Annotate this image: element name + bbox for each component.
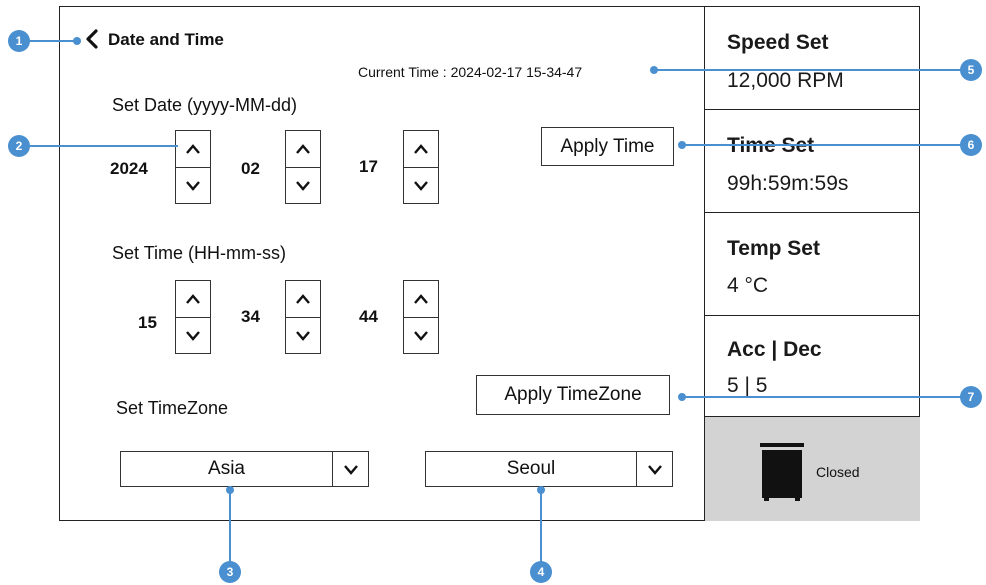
- callout-badge-7: 7: [960, 386, 982, 408]
- page-title: Date and Time: [108, 30, 224, 49]
- apply-timezone-button[interactable]: Apply TimeZone: [476, 375, 670, 415]
- day-up-button[interactable]: [404, 131, 438, 168]
- chevron-down-icon: [186, 331, 200, 341]
- day-stepper: [403, 130, 439, 204]
- hour-down-button[interactable]: [176, 317, 210, 353]
- callout-7-anchor: [678, 393, 686, 401]
- month-value: 02: [241, 159, 260, 178]
- minute-stepper: [285, 280, 321, 354]
- chevron-up-icon: [186, 294, 200, 304]
- chevron-down-icon: [414, 331, 428, 341]
- callout-badge-5: 5: [960, 59, 982, 81]
- chevron-down-icon: [296, 181, 310, 191]
- callout-7-line: [682, 396, 964, 398]
- chevron-left-icon[interactable]: [84, 29, 100, 49]
- chevron-down-icon: [296, 331, 310, 341]
- hour-up-button[interactable]: [176, 281, 210, 318]
- year-down-button[interactable]: [176, 167, 210, 203]
- speed-set-label: Speed Set: [727, 31, 829, 54]
- chevron-down-icon: [186, 181, 200, 191]
- time-set-panel[interactable]: Time Set 99h:59m:59s: [705, 110, 920, 213]
- chevron-down-icon: [414, 181, 428, 191]
- second-down-button[interactable]: [404, 317, 438, 353]
- temp-set-panel[interactable]: Temp Set 4 °C: [705, 213, 920, 316]
- current-time: Current Time : 2024-02-17 15-34-47: [358, 64, 583, 80]
- day-down-button[interactable]: [404, 167, 438, 203]
- temp-set-label: Temp Set: [727, 237, 820, 260]
- callout-6-anchor: [678, 141, 686, 149]
- year-up-button[interactable]: [176, 131, 210, 168]
- callout-1-anchor: [73, 37, 81, 45]
- minute-value: 34: [241, 307, 260, 326]
- second-stepper: [403, 280, 439, 354]
- day-value: 17: [359, 157, 378, 176]
- speed-set-panel[interactable]: Speed Set 12,000 RPM: [705, 6, 920, 110]
- callout-1-line: [30, 40, 78, 42]
- time-set-value: 99h:59m:59s: [727, 172, 849, 195]
- callout-5-line: [654, 69, 964, 71]
- callout-5-anchor: [650, 66, 658, 74]
- region-value: Asia: [208, 458, 245, 479]
- speed-set-value: 12,000 RPM: [727, 69, 844, 92]
- month-stepper: [285, 130, 321, 204]
- second-value: 44: [359, 307, 378, 326]
- callout-3-anchor: [226, 486, 234, 494]
- hour-value: 15: [138, 313, 157, 332]
- chevron-up-icon: [414, 144, 428, 154]
- time-set-label: Time Set: [727, 134, 815, 157]
- apply-time-button[interactable]: Apply Time: [541, 127, 674, 166]
- minute-down-button[interactable]: [286, 317, 320, 353]
- door-status-panel[interactable]: Closed: [705, 417, 920, 521]
- chevron-up-icon: [414, 294, 428, 304]
- callout-badge-4: 4: [530, 561, 552, 583]
- year-value: 2024: [110, 159, 148, 178]
- callout-6-line: [682, 144, 964, 146]
- set-time-label: Set Time (HH-mm-ss): [112, 243, 286, 263]
- callout-badge-2: 2: [8, 135, 30, 157]
- callout-4-anchor: [537, 486, 545, 494]
- acc-dec-panel[interactable]: Acc | Dec 5 | 5: [705, 316, 920, 417]
- month-up-button[interactable]: [286, 131, 320, 168]
- chevron-up-icon: [296, 144, 310, 154]
- city-value: Seoul: [506, 458, 556, 479]
- acc-dec-value: 5 | 5: [727, 374, 768, 397]
- chevron-up-icon: [186, 144, 200, 154]
- callout-badge-6: 6: [960, 134, 982, 156]
- callout-badge-1: 1: [8, 30, 30, 52]
- temp-set-value: 4 °C: [727, 274, 769, 297]
- region-select[interactable]: Asia: [120, 451, 369, 487]
- set-date-label: Set Date (yyyy-MM-dd): [112, 95, 298, 115]
- callout-badge-3: 3: [219, 561, 241, 583]
- callout-2-line: [30, 145, 178, 147]
- city-select[interactable]: Seoul: [425, 451, 673, 487]
- hour-stepper: [175, 280, 211, 354]
- callout-3-line: [229, 489, 231, 570]
- callout-4-line: [540, 489, 542, 570]
- chevron-down-icon[interactable]: [636, 452, 673, 486]
- acc-dec-label: Acc | Dec: [727, 338, 822, 361]
- second-up-button[interactable]: [404, 281, 438, 318]
- door-status-text: Closed: [816, 464, 860, 480]
- set-timezone-label: Set TimeZone: [116, 398, 229, 418]
- month-down-button[interactable]: [286, 167, 320, 203]
- minute-up-button[interactable]: [286, 281, 320, 318]
- door-closed-icon: [759, 443, 805, 506]
- chevron-down-icon[interactable]: [332, 452, 369, 486]
- chevron-up-icon: [296, 294, 310, 304]
- year-stepper: [175, 130, 211, 204]
